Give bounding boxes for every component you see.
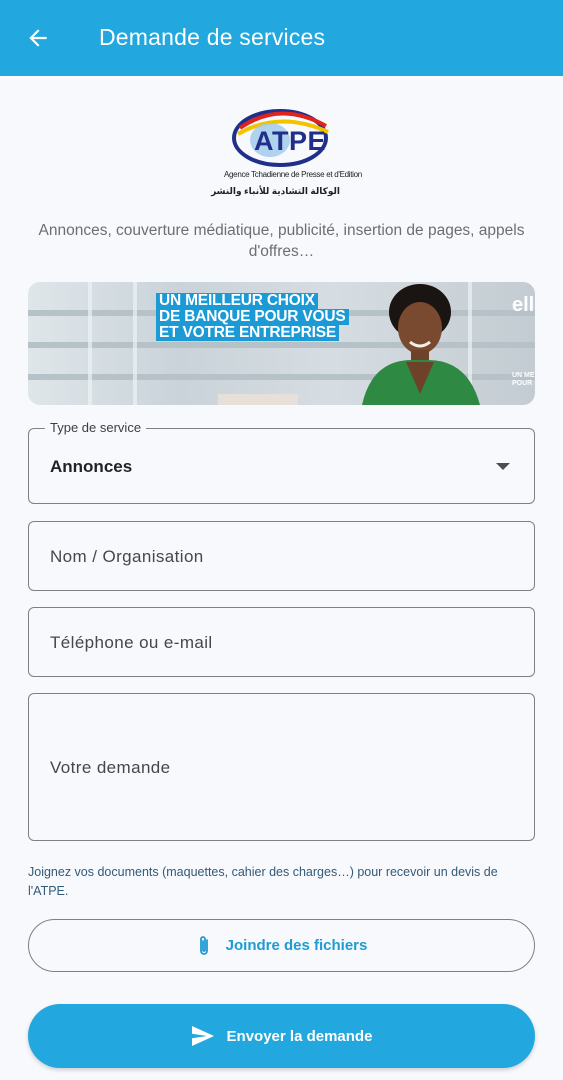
logo-text: ATPE [254, 126, 327, 156]
service-type-select[interactable]: Type de service Annonces [28, 420, 535, 504]
banner-line: UN MEILLEUR CHOIX [156, 293, 318, 309]
banner-headline: UN MEILLEUR CHOIX DE BANQUE POUR VOUS ET… [156, 293, 349, 341]
contact-placeholder: Téléphone ou e-mail [50, 633, 213, 652]
name-input[interactable]: Nom / Organisation [28, 521, 535, 591]
service-type-label: Type de service [45, 420, 147, 435]
request-textarea[interactable]: Votre demande [28, 693, 535, 841]
paperclip-icon [196, 934, 212, 958]
send-icon [191, 1025, 215, 1047]
attach-files-label: Joindre des fichiers [225, 937, 368, 954]
name-placeholder: Nom / Organisation [50, 547, 204, 566]
send-request-button[interactable]: Envoyer la demande [28, 1004, 535, 1068]
dropdown-arrow-icon[interactable] [496, 463, 510, 470]
logo-arabic-name: الوكالة التشادية للأنباء والنشر [211, 186, 340, 196]
ad-banner[interactable]: UN MEILLEUR CHOIX DE BANQUE POUR VOUS ET… [28, 282, 535, 405]
banner-line: ET VOTRE ENTREPRISE [156, 325, 340, 341]
logo-french-name: Agence Tchadienne de Presse et d'Edition [224, 170, 362, 179]
arrow-left-icon[interactable] [22, 22, 54, 54]
banner-line: DE BANQUE POUR VOUS [156, 309, 349, 325]
attachments-hint: Joignez vos documents (maquettes, cahier… [28, 865, 498, 898]
atpe-logo: ATPE Agence Tchadienne de Presse et d'Ed… [211, 100, 362, 204]
contact-input[interactable]: Téléphone ou e-mail [28, 607, 535, 677]
page-title: Demande de services [99, 24, 326, 50]
banner-brand-sub: UN ME POUR [512, 372, 535, 387]
service-type-value: Annonces [50, 457, 133, 476]
request-placeholder: Votre demande [50, 758, 171, 777]
app-bar: Demande de services [0, 0, 563, 76]
banner-brand: ell [512, 294, 535, 316]
send-request-label: Envoyer la demande [226, 1027, 373, 1045]
services-tagline: Annonces, couverture médiatique, publici… [38, 222, 525, 260]
attach-files-button[interactable]: Joindre des fichiers [28, 919, 535, 972]
banner-person-image [362, 284, 480, 405]
